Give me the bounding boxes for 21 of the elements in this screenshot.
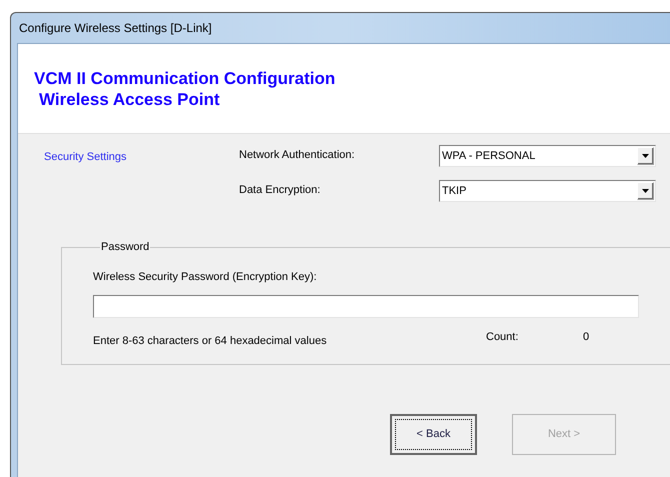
field-label: Data Encryption: xyxy=(239,183,320,198)
back-button[interactable]: < Back xyxy=(390,414,477,455)
caret-icon xyxy=(642,189,649,193)
password-label: Wireless Security Password (Encryption Key): xyxy=(93,270,317,284)
section-label: Security Settings xyxy=(44,150,127,165)
dropdown-arrow-button[interactable] xyxy=(637,182,654,200)
dropdown-value: WPA - PERSONAL xyxy=(442,148,536,164)
password-field[interactable] xyxy=(93,295,639,318)
dropdown[interactable]: TKIP xyxy=(439,180,656,202)
header-subtitle: Wireless Access Point xyxy=(38,89,220,110)
count-value: 0 xyxy=(583,330,590,345)
dropdown-arrow-button[interactable] xyxy=(637,147,654,165)
count-label: Count: xyxy=(486,330,520,345)
field-label: Network Authentication: xyxy=(239,148,355,163)
group-legend: Password xyxy=(100,239,150,256)
dropdown[interactable]: WPA - PERSONAL xyxy=(439,145,656,167)
window-title: Configure Wireless Settings [D-Link] xyxy=(18,20,213,37)
dropdown-value: TKIP xyxy=(442,184,466,199)
header-title: VCM II Communication Configuration xyxy=(34,68,336,89)
caret-icon xyxy=(642,154,649,158)
hint-text: Enter 8-63 characters or 64 hexadecimal values xyxy=(93,334,328,349)
